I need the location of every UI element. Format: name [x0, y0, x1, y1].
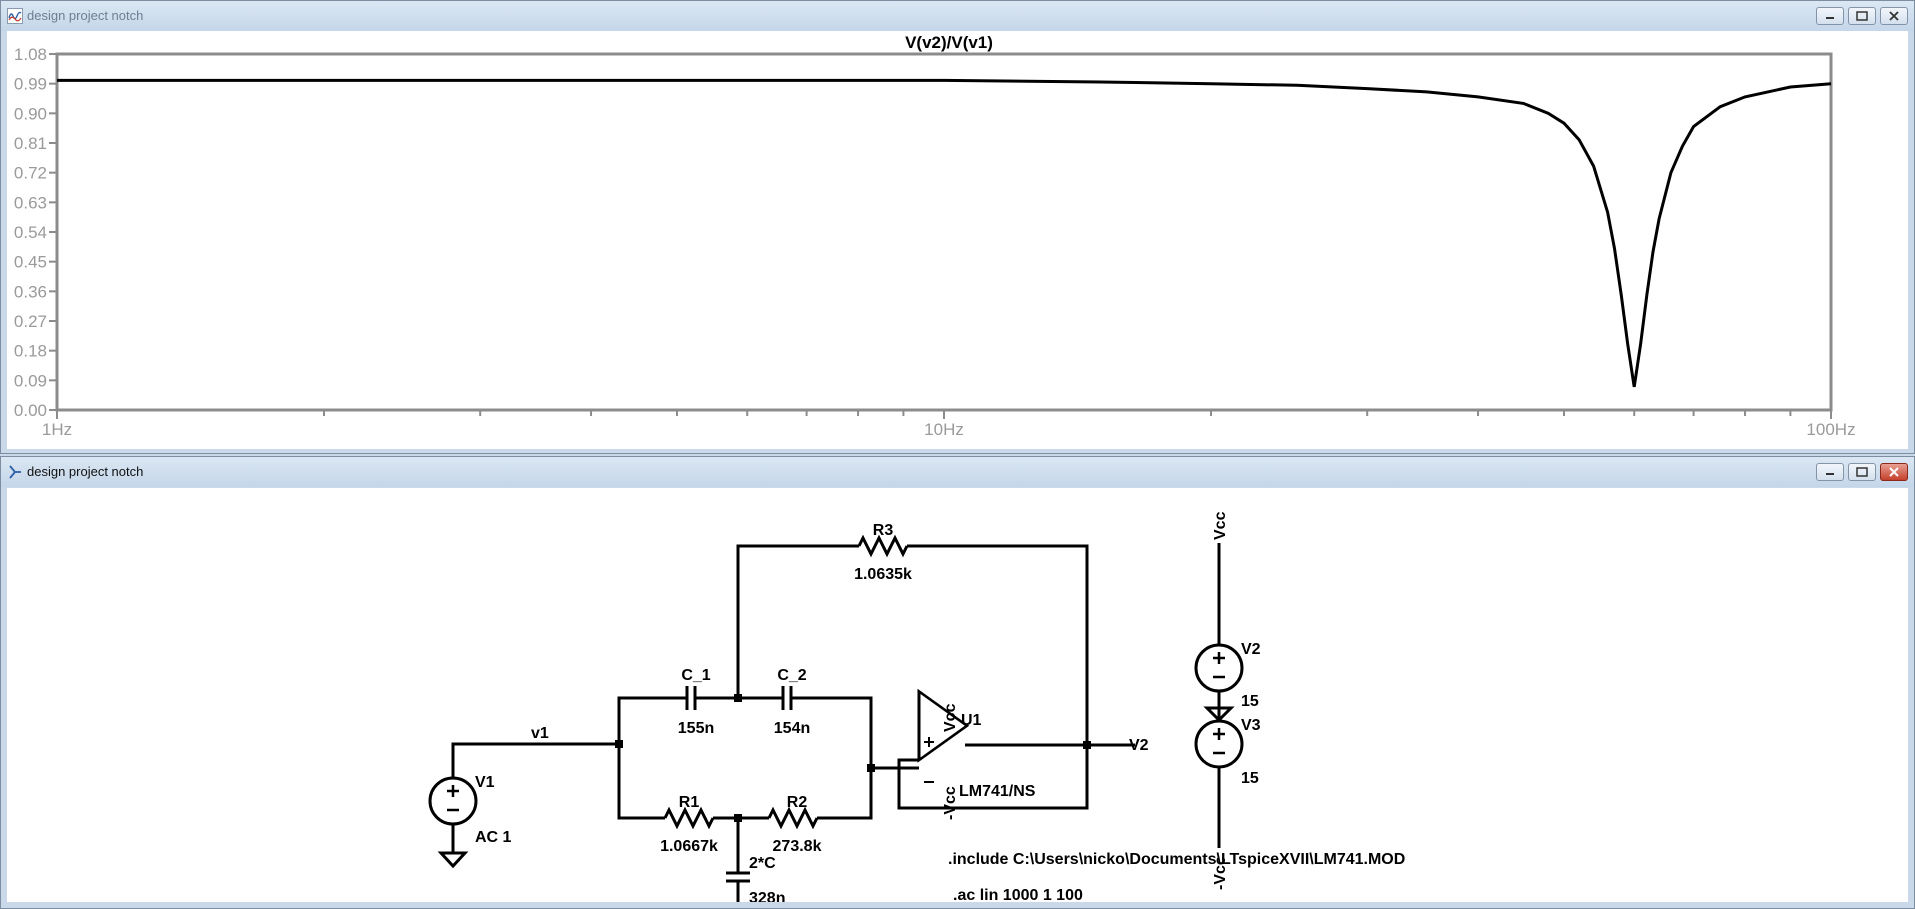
voltage-source-v2[interactable]	[1194, 643, 1244, 693]
restore-icon	[1856, 467, 1868, 477]
schematic-window-title: design project notch	[27, 464, 144, 479]
value-c3[interactable]: 328n	[749, 890, 785, 907]
label-c3[interactable]: 2*C	[749, 855, 776, 872]
ground-icon	[437, 851, 469, 869]
minimize-icon	[1826, 17, 1834, 19]
value-v2-source[interactable]: 15	[1241, 693, 1259, 710]
net-label-v2[interactable]: V2	[1129, 737, 1149, 754]
schematic-window: design project notch R3 1.0635k C_1 155n…	[0, 456, 1915, 909]
label-c1[interactable]: C_1	[681, 667, 710, 684]
y-tick-label: 0.27	[14, 312, 47, 331]
maximize-button[interactable]	[1848, 463, 1876, 481]
close-icon	[1889, 467, 1899, 477]
resistor-r2[interactable]	[767, 806, 819, 830]
resistor-r1[interactable]	[663, 806, 715, 830]
label-r3[interactable]: R3	[873, 522, 894, 539]
value-r3[interactable]: 1.0635k	[854, 566, 912, 583]
x-tick-label: 100Hz	[1806, 420, 1855, 439]
value-v1[interactable]: AC 1	[475, 829, 512, 846]
trace-title[interactable]: V(v2)/V(v1)	[905, 33, 993, 52]
schematic-window-titlebar[interactable]: design project notch	[1, 457, 1914, 487]
voltage-source-v1[interactable]	[428, 776, 478, 826]
label-v2-source[interactable]: V2	[1241, 641, 1261, 658]
voltage-source-v3[interactable]	[1194, 719, 1244, 769]
maximize-button[interactable]	[1848, 7, 1876, 25]
supply-label-vcc[interactable]: Vcc	[1212, 511, 1229, 540]
label-v3-source[interactable]: V3	[1241, 717, 1261, 734]
net-label-v1[interactable]: v1	[531, 725, 549, 742]
value-c2[interactable]: 154n	[774, 720, 810, 737]
value-c1[interactable]: 155n	[678, 720, 714, 737]
restore-icon	[1856, 11, 1868, 21]
minimize-button[interactable]	[1816, 7, 1844, 25]
y-tick-label: 0.81	[14, 134, 47, 153]
plot-window: design project notch V(v2)/V(v1) 0.00 0.0…	[0, 0, 1915, 454]
opamp-vcc-pos[interactable]: Vcc	[942, 703, 959, 732]
x-tick-label: 1Hz	[42, 420, 72, 439]
minimize-button[interactable]	[1816, 463, 1844, 481]
value-v3-source[interactable]: 15	[1241, 770, 1259, 787]
wire-r1-left[interactable]	[617, 744, 665, 820]
y-tick-label: 0.90	[14, 104, 47, 123]
y-tick-label: 0.18	[14, 342, 47, 361]
y-tick-label: 0.36	[14, 282, 47, 301]
resistor-r3[interactable]	[857, 534, 909, 558]
close-button[interactable]	[1880, 463, 1908, 481]
value-r1[interactable]: 1.0667k	[660, 838, 718, 855]
label-u1[interactable]: U1	[961, 712, 982, 729]
value-r2[interactable]: 273.8k	[773, 838, 822, 855]
opamp-vcc-neg[interactable]: -Vcc	[942, 786, 959, 820]
x-tick-label: 10Hz	[924, 420, 964, 439]
spice-directive-ac[interactable]: .ac lin 1000 1 100	[953, 887, 1083, 904]
wire-v1[interactable]	[451, 742, 619, 778]
label-r2[interactable]: R2	[787, 794, 808, 811]
capacitor-c2[interactable]	[781, 686, 793, 710]
close-icon	[1889, 11, 1899, 21]
wire-r3-right[interactable]	[907, 544, 1089, 744]
label-v1[interactable]: V1	[475, 774, 495, 791]
y-tick-label: 0.99	[14, 75, 47, 94]
schematic-canvas[interactable]: R3 1.0635k C_1 155n C_2 154n R1 1.0667k …	[7, 488, 1908, 909]
y-tick-label: 0.45	[14, 253, 47, 272]
schematic[interactable]: R3 1.0635k C_1 155n C_2 154n R1 1.0667k …	[7, 488, 1908, 909]
label-r1[interactable]: R1	[679, 794, 700, 811]
y-tick-label: 0.54	[14, 223, 47, 242]
plot-area[interactable]: V(v2)/V(v1) 0.00 0.09 0.18 0.27 0.36 0.45 0.54…	[7, 31, 1908, 449]
schematic-icon	[9, 465, 21, 479]
plot-frame	[55, 52, 1833, 412]
model-u1[interactable]: LM741/NS	[959, 783, 1036, 800]
y-tick-label: 0.09	[14, 371, 47, 390]
spice-directive-include[interactable]: .include C:\Users\nicko\Documents\LTspic…	[948, 851, 1405, 868]
close-button[interactable]	[1880, 7, 1908, 25]
y-tick-label: 1.08	[14, 45, 47, 64]
y-tick-label: 0.00	[14, 401, 47, 420]
waveform-icon	[7, 8, 23, 24]
label-c2[interactable]: C_2	[777, 667, 806, 684]
wire-r2-right[interactable]	[817, 768, 873, 820]
bode-plot[interactable]: V(v2)/V(v1) 0.00 0.09 0.18 0.27 0.36 0.45 0.54…	[7, 31, 1908, 449]
y-tick-label: 0.72	[14, 164, 47, 183]
plot-window-title: design project notch	[27, 8, 144, 23]
plot-window-titlebar[interactable]: design project notch	[1, 1, 1914, 31]
trace-line	[57, 78, 1832, 388]
capacitor-c3[interactable]	[726, 871, 750, 883]
minimize-icon	[1826, 473, 1834, 475]
y-tick-label: 0.63	[14, 193, 47, 212]
capacitor-c1[interactable]	[685, 686, 697, 710]
